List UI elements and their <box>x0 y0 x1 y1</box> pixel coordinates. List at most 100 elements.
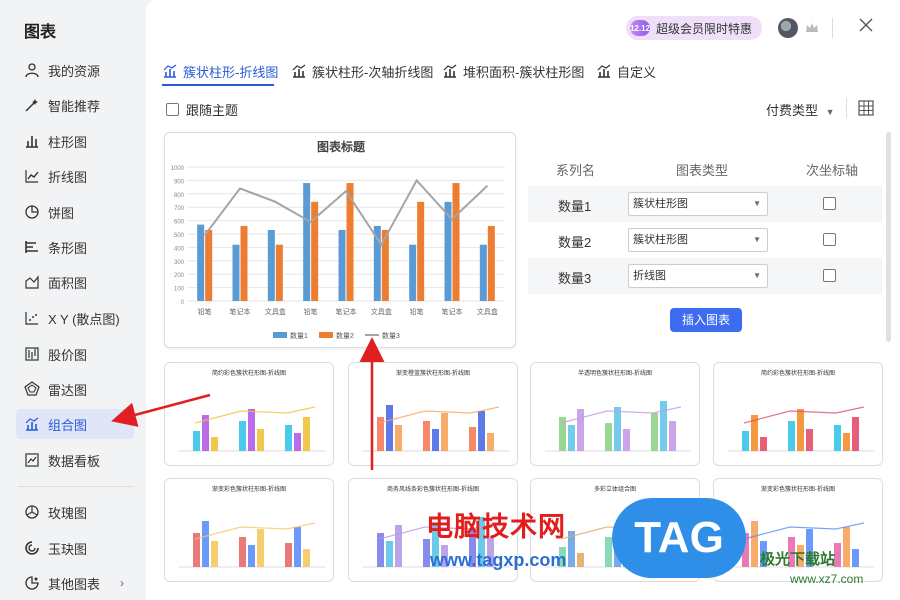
bar <box>487 225 495 301</box>
stock-chart-icon <box>24 346 40 362</box>
vip-promo-badge[interactable]: 12.12 超级会员限时特惠 <box>626 16 763 40</box>
legend-label: 数量2 <box>336 331 354 340</box>
template-card[interactable]: 渐变橙蓝簇状柱形图-折线图 <box>348 362 518 466</box>
sidebar-divider <box>18 486 133 487</box>
chart-type-select[interactable]: 折线图 ▼ <box>628 264 768 288</box>
sidebar-item-label: 面积图 <box>48 275 88 291</box>
sidebar: 图表 我的资源 智能推荐 柱形图 折线图 饼图 条形图 面积图 X Y (散点图) 股价图 雷达图… <box>0 0 146 600</box>
secondary-axis-checkbox[interactable] <box>823 233 836 246</box>
bar <box>197 224 205 301</box>
scrollbar-thumb[interactable] <box>886 132 891 342</box>
y-tick-label: 700 <box>174 206 185 212</box>
series-row: 数量3 折线图 ▼ <box>528 258 882 294</box>
template-card[interactable]: 简约彩色簇状柱形图-折线图 <box>713 362 883 466</box>
vip-crown-icon[interactable] <box>804 20 820 36</box>
x-tick-label: 铅笔 <box>198 307 212 316</box>
bar <box>409 244 417 301</box>
sidebar-item-5[interactable]: 条形图 <box>16 232 134 262</box>
tab-2[interactable]: 堆积面积-簇状柱形图 <box>442 60 584 82</box>
tab-3[interactable]: 自定义 <box>596 60 656 82</box>
sidebar-item-13[interactable]: 玉玦图 <box>16 533 134 563</box>
scatter-chart-icon <box>24 310 40 326</box>
template-card[interactable]: 简约彩色簇状柱形图-折线图 <box>164 362 334 466</box>
pie-chart-icon <box>24 204 40 220</box>
x-tick-label: 笔记本 <box>442 307 463 316</box>
sidebar-item-label: 条形图 <box>48 240 88 256</box>
sidebar-item-7[interactable]: X Y (散点图) <box>16 303 134 333</box>
tab-1[interactable]: 簇状柱形-次轴折线图 <box>291 60 433 82</box>
radar-chart-icon <box>24 381 40 397</box>
y-tick-label: 200 <box>174 273 185 279</box>
sidebar-item-6[interactable]: 面积图 <box>16 267 134 297</box>
chevron-down-icon: ▼ <box>753 199 761 208</box>
series-row: 数量1 簇状柱形图 ▼ <box>528 186 882 222</box>
pay-type-label: 付费类型 <box>766 103 819 118</box>
sidebar-item-3[interactable]: 折线图 <box>16 161 134 191</box>
sidebar-item-11[interactable]: 数据看板 <box>16 445 134 475</box>
chevron-down-icon: ▼ <box>825 107 835 117</box>
legend-swatch <box>319 332 333 338</box>
sidebar-item-1[interactable]: 智能推荐 <box>16 90 134 120</box>
hbar-chart-icon <box>24 239 40 255</box>
rose-chart-icon <box>24 504 40 520</box>
y-tick-label: 500 <box>174 233 185 239</box>
area-chart-icon <box>24 274 40 290</box>
secondary-axis-checkbox[interactable] <box>823 197 836 210</box>
insert-chart-button[interactable]: 插入图表 <box>670 308 742 332</box>
template-thumbnail <box>728 406 874 452</box>
sidebar-item-0[interactable]: 我的资源 <box>16 55 134 85</box>
watermark-url: www.tagxp.com <box>430 550 567 570</box>
sidebar-item-label: X Y (散点图) <box>48 311 120 327</box>
magic-icon <box>24 97 40 113</box>
grid-view-button[interactable] <box>858 100 874 116</box>
x-tick-label: 铅笔 <box>304 307 318 316</box>
tab-label: 簇状柱形-折线图 <box>183 64 279 80</box>
watermark-site-url: www.xz7.com <box>790 572 864 586</box>
header-secondary-axis: 次坐标轴 <box>806 163 859 178</box>
sidebar-item-10[interactable]: 组合图 <box>16 409 134 439</box>
y-tick-label: 1000 <box>171 166 185 172</box>
follow-theme-toggle[interactable]: 跟随主题 <box>166 100 238 119</box>
x-tick-label: 文具盒 <box>265 307 286 316</box>
tab-0[interactable]: 簇状柱形-折线图 <box>162 60 278 82</box>
line-chart-icon <box>24 168 40 184</box>
bar <box>452 183 460 301</box>
y-tick-label: 300 <box>174 260 185 266</box>
pay-type-dropdown[interactable]: 付费类型 ▼ <box>766 100 835 119</box>
sidebar-item-label: 饼图 <box>48 205 75 221</box>
chart-type-select[interactable]: 簇状柱形图 ▼ <box>628 228 768 252</box>
chart-type-value: 簇状柱形图 <box>633 234 688 246</box>
legend-label: 数量1 <box>290 331 308 340</box>
vip-promo-label: 超级会员限时特惠 <box>656 21 753 36</box>
sidebar-item-2[interactable]: 柱形图 <box>16 126 134 156</box>
sidebar-item-8[interactable]: 股价图 <box>16 339 134 369</box>
template-card[interactable]: 渐变彩色簇状柱形图-折线图 <box>164 478 334 582</box>
template-thumbnail <box>179 521 325 568</box>
combo-chart-icon <box>24 416 40 432</box>
sidebar-item-14[interactable]: 其他图表 › <box>16 568 134 598</box>
chevron-down-icon: ▼ <box>753 235 761 244</box>
avatar[interactable] <box>778 18 798 38</box>
x-tick-label: 笔记本 <box>336 307 357 316</box>
y-tick-label: 800 <box>174 193 185 199</box>
bar-chart-icon <box>24 133 40 149</box>
sidebar-item-label: 柱形图 <box>48 134 88 150</box>
secondary-axis-checkbox[interactable] <box>823 269 836 282</box>
chart-title: 图表标题 <box>317 139 366 154</box>
template-card[interactable]: 半透明色簇状柱形图-折线图 <box>530 362 700 466</box>
sidebar-item-4[interactable]: 饼图 <box>16 197 134 227</box>
chevron-down-icon: ▼ <box>753 271 761 280</box>
y-tick-label: 600 <box>174 220 185 226</box>
close-button[interactable] <box>854 14 878 38</box>
bar <box>275 244 283 301</box>
y-tick-label: 0 <box>181 300 185 306</box>
chart-type-select[interactable]: 簇状柱形图 ▼ <box>628 192 768 216</box>
vip-icon: 12.12 <box>630 20 650 36</box>
sidebar-item-12[interactable]: 玫瑰图 <box>16 497 134 527</box>
y-tick-label: 900 <box>174 179 185 185</box>
sidebar-item-9[interactable]: 雷达图 <box>16 374 134 404</box>
x-tick-label: 文具盒 <box>477 307 498 316</box>
follow-theme-checkbox[interactable] <box>166 103 179 116</box>
bar <box>479 244 487 301</box>
combo-chart-icon <box>162 63 178 79</box>
